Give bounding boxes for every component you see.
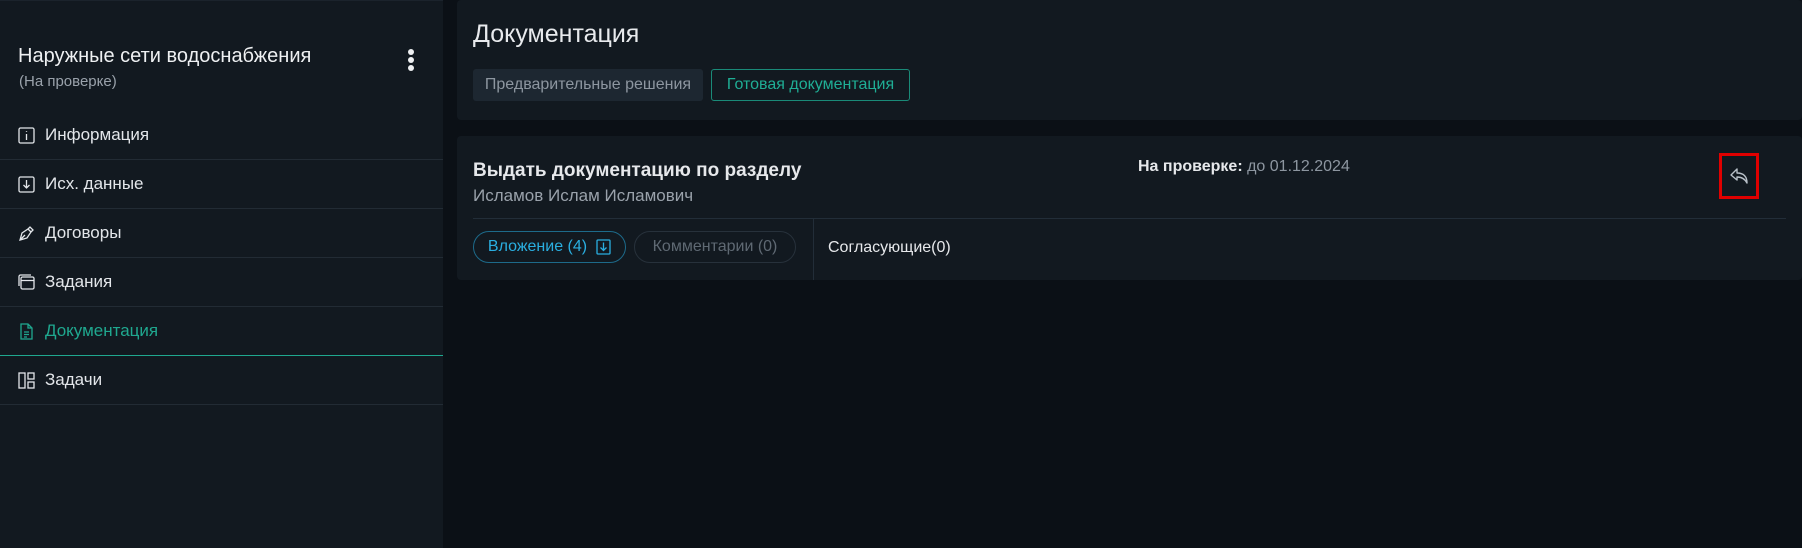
reply-icon [1730,168,1748,184]
tab-ready-documentation[interactable]: Готовая документация [711,69,910,101]
status-deadline: до 01.12.2024 [1247,158,1350,175]
sidebar-item-label: Исх. данные [45,174,144,193]
task-assignee: Исламов Ислам Исламович [473,186,694,205]
sidebar-item-contracts[interactable]: Договоры [0,209,443,258]
approvers-label[interactable]: Согласующие(0) [828,239,951,257]
sidebar-item-assignments[interactable]: Задания [0,258,443,307]
info-icon [18,126,35,144]
project-status: (На проверке) [19,73,117,90]
sidebar: Наружные сети водоснабжения (На проверке… [0,0,443,548]
attachments-button[interactable]: Вложение (4) [473,231,626,263]
board-icon [18,371,35,389]
page-title: Документация [473,20,640,48]
task-card: Выдать документацию по разделу Исламов И… [457,136,1802,280]
more-menu-button[interactable] [405,49,417,71]
sidebar-item-documentation[interactable]: Документация [0,307,443,356]
kebab-dot-icon [408,57,414,63]
status-label: На проверке: [1138,158,1243,175]
sidebar-item-tasks[interactable]: Задачи [0,356,443,405]
download-box-icon [18,175,35,193]
sidebar-item-source-data[interactable]: Исх. данные [0,160,443,209]
sidebar-item-label: Документация [45,321,159,340]
sidebar-item-label: Информация [45,125,150,144]
document-icon [20,322,33,340]
attachments-label: Вложение (4) [487,238,588,255]
reply-button[interactable] [1719,153,1759,199]
project-title: Наружные сети водоснабжения [18,45,312,67]
sidebar-item-label: Задачи [45,370,103,389]
card-vertical-divider [813,219,814,280]
sidebar-item-info[interactable]: Информация [0,111,443,160]
download-icon [596,239,611,255]
tab-preliminary-decisions[interactable]: Предварительные решения [473,69,703,101]
task-title: Выдать документацию по разделу [473,160,802,181]
sidebar-item-label: Договоры [45,223,122,242]
documentation-header: Документация Предварительные решения Гот… [457,0,1802,120]
comments-button[interactable]: Комментарии (0) [634,231,796,263]
sidebar-item-label: Задания [45,272,113,291]
task-status: На проверке: до 01.12.2024 [1138,158,1350,176]
sidebar-nav: Информация Исх. данные Договоры Задания … [0,111,443,405]
kebab-dot-icon [408,49,414,55]
pen-icon [19,225,34,241]
kebab-dot-icon [408,65,414,71]
window-stack-icon [18,273,35,290]
card-divider [473,218,1786,219]
